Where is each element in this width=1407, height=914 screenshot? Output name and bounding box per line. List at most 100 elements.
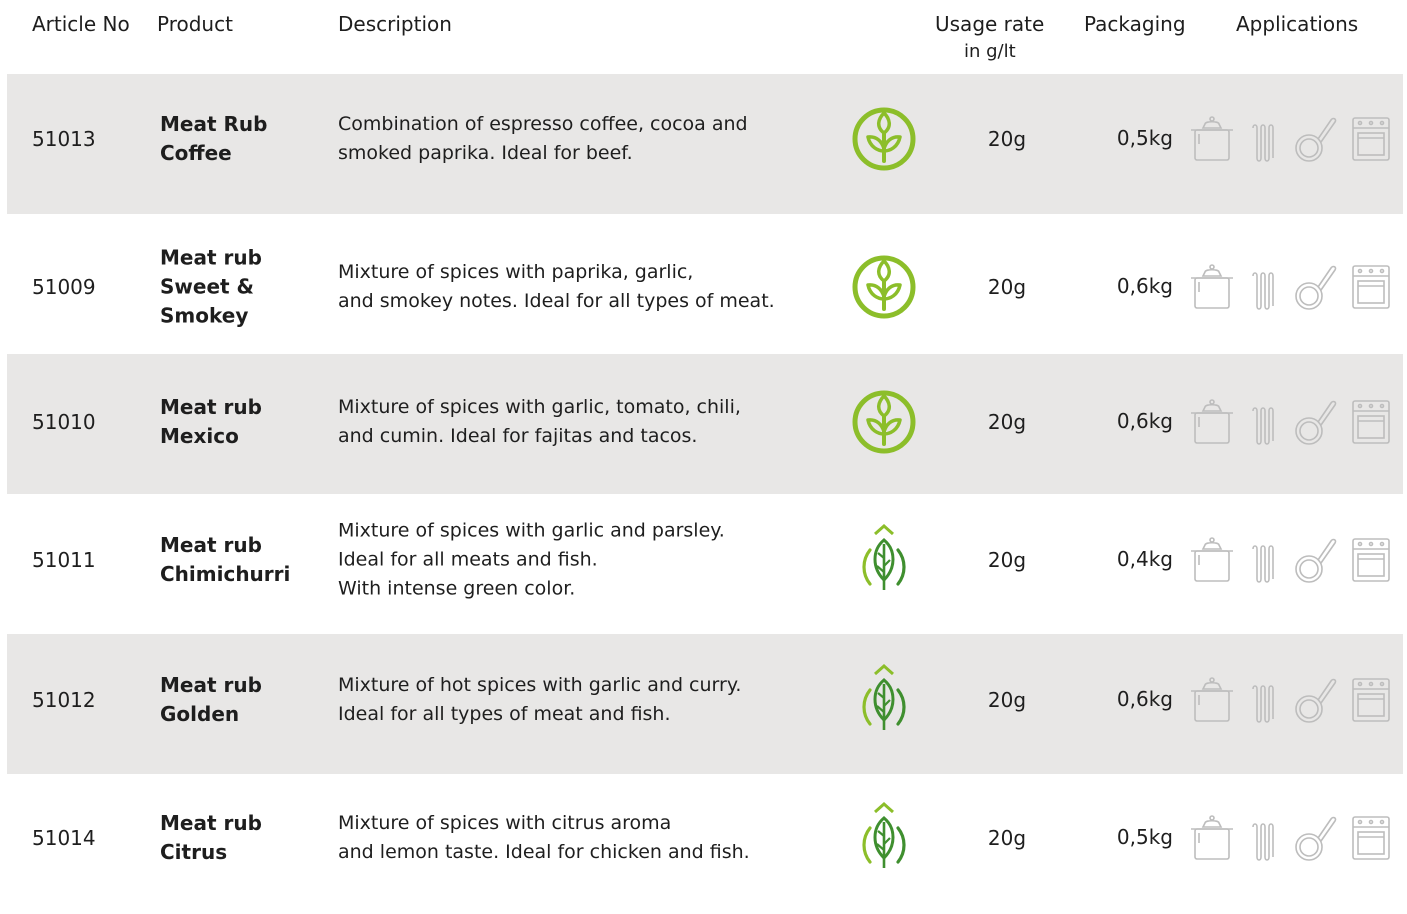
leaf-icon (848, 523, 920, 596)
leaf-icon (848, 663, 920, 736)
oven-icon (1352, 400, 1390, 444)
packaging-size: 0,5kg (1116, 126, 1173, 151)
table-row: 51012 Meat rub Golden Mixture of hot spices… (7, 634, 1403, 774)
grill-icon (1252, 272, 1274, 310)
product-name-line: Golden (160, 702, 240, 726)
application-icons (1183, 813, 1393, 863)
product-description: Mixture of spices with paprika, garlic, a… (338, 258, 775, 316)
description-line: Mixture of spices with garlic and parsle… (338, 519, 725, 542)
table-row: 51011 Meat rub Chimichurri Mixture of spice… (7, 494, 1403, 634)
pan-icon (1295, 265, 1337, 310)
product-name-line: Mexico (160, 424, 239, 448)
usage-rate: 20g (987, 275, 1027, 299)
description-line: Ideal for all meats and fish. (338, 548, 598, 571)
pot-icon (1191, 116, 1233, 161)
product-name: Meat rub Sweet & Smokey (160, 244, 262, 331)
application-icons (1183, 114, 1393, 164)
pot-icon (1191, 264, 1233, 309)
product-name-line: Citrus (160, 840, 228, 864)
description-line: and smokey notes. Ideal for all types of… (338, 290, 775, 312)
product-name: Meat rub Citrus (160, 809, 262, 867)
packaging-size: 0,6kg (1116, 274, 1173, 299)
product-name-line: Meat Rub (160, 112, 268, 136)
plant-circle-icon (848, 103, 920, 175)
product-name-line: Smokey (160, 303, 249, 328)
description-line: smoked paprika. Ideal for beef. (338, 142, 633, 164)
plant-circle-icon (848, 251, 920, 323)
description-line: Mixture of hot spices with garlic and cu… (338, 674, 742, 696)
application-icons (1183, 535, 1393, 585)
usage-rate: 20g (987, 127, 1027, 151)
application-icons (1183, 397, 1393, 447)
product-name: Meat Rub Coffee (160, 110, 267, 168)
product-name-line: Chimichurri (160, 562, 291, 586)
grill-icon (1252, 124, 1274, 162)
pan-icon (1295, 538, 1337, 583)
table-row: 51014 Meat rub Citrus Mixture of spices wit… (7, 774, 1403, 914)
packaging-size: 0,6kg (1116, 687, 1173, 712)
grill-icon (1252, 685, 1274, 723)
description-line: Mixture of spices with paprika, garlic, (338, 261, 694, 283)
header-packaging: Packaging (1084, 12, 1186, 36)
table-row: 51009 Meat rub Sweet & Smokey Mixture of spi… (7, 214, 1403, 354)
product-name-line: Sweet & (160, 274, 254, 299)
product-name-line: Meat rub (160, 245, 262, 270)
article-number: 51012 (32, 688, 96, 712)
table-row: 51013 Meat Rub Coffee Combination of espres… (7, 74, 1403, 214)
product-name-line: Meat rub (160, 811, 262, 835)
header-description: Description (338, 12, 452, 36)
description-line: and cumin. Ideal for fajitas and tacos. (338, 425, 698, 447)
header-usage-rate: Usage rate (935, 12, 1045, 36)
header-usage-unit: in g/lt (964, 41, 1016, 62)
article-number: 51011 (32, 548, 96, 572)
article-number: 51009 (32, 275, 96, 299)
packaging-size: 0,5kg (1116, 825, 1173, 850)
pot-icon (1191, 537, 1233, 582)
usage-rate: 20g (987, 548, 1027, 572)
description-line: and lemon taste. Ideal for chicken and f… (338, 841, 750, 863)
packaging-size: 0,4kg (1116, 547, 1173, 572)
product-description: Mixture of spices with garlic, tomato, c… (338, 393, 741, 451)
description-line: With intense green color. (338, 577, 576, 600)
pot-icon (1191, 815, 1233, 860)
description-line: Mixture of spices with garlic, tomato, c… (338, 396, 741, 418)
usage-rate: 20g (987, 410, 1027, 434)
application-icons (1183, 262, 1393, 312)
header-article-no: Article No (32, 12, 130, 36)
article-number: 51013 (32, 127, 96, 151)
product-name: Meat rub Mexico (160, 393, 262, 451)
packaging-size: 0,6kg (1116, 409, 1173, 434)
oven-icon (1352, 678, 1390, 722)
product-description: Mixture of spices with garlic and parsle… (338, 517, 725, 604)
product-description: Combination of espresso coffee, cocoa an… (338, 110, 748, 168)
oven-icon (1352, 117, 1390, 161)
application-icons (1183, 675, 1393, 725)
oven-icon (1352, 538, 1390, 582)
pan-icon (1295, 678, 1337, 723)
product-name-line: Meat rub (160, 533, 262, 557)
header-product: Product (157, 12, 233, 36)
product-name: Meat rub Golden (160, 671, 262, 729)
product-name: Meat rub Chimichurri (160, 531, 290, 589)
description-line: Ideal for all types of meat and fish. (338, 703, 671, 725)
grill-icon (1252, 407, 1274, 445)
pan-icon (1295, 816, 1337, 861)
description-line: Combination of espresso coffee, cocoa an… (338, 113, 748, 135)
product-name-line: Meat rub (160, 673, 262, 697)
usage-rate: 20g (987, 826, 1027, 850)
description-line: Mixture of spices with citrus aroma (338, 812, 672, 834)
leaf-icon (848, 801, 920, 874)
pot-icon (1191, 677, 1233, 722)
oven-icon (1352, 265, 1390, 309)
product-name-line: Coffee (160, 141, 232, 165)
product-name-line: Meat rub (160, 395, 262, 419)
plant-circle-icon (848, 386, 920, 458)
pan-icon (1295, 117, 1337, 162)
pot-icon (1191, 399, 1233, 444)
table-row: 51010 Meat rub Mexico Mixture of spices wit… (7, 354, 1403, 494)
grill-icon (1252, 545, 1274, 583)
oven-icon (1352, 816, 1390, 860)
article-number: 51010 (32, 410, 96, 434)
usage-rate: 20g (987, 688, 1027, 712)
grill-icon (1252, 823, 1274, 861)
